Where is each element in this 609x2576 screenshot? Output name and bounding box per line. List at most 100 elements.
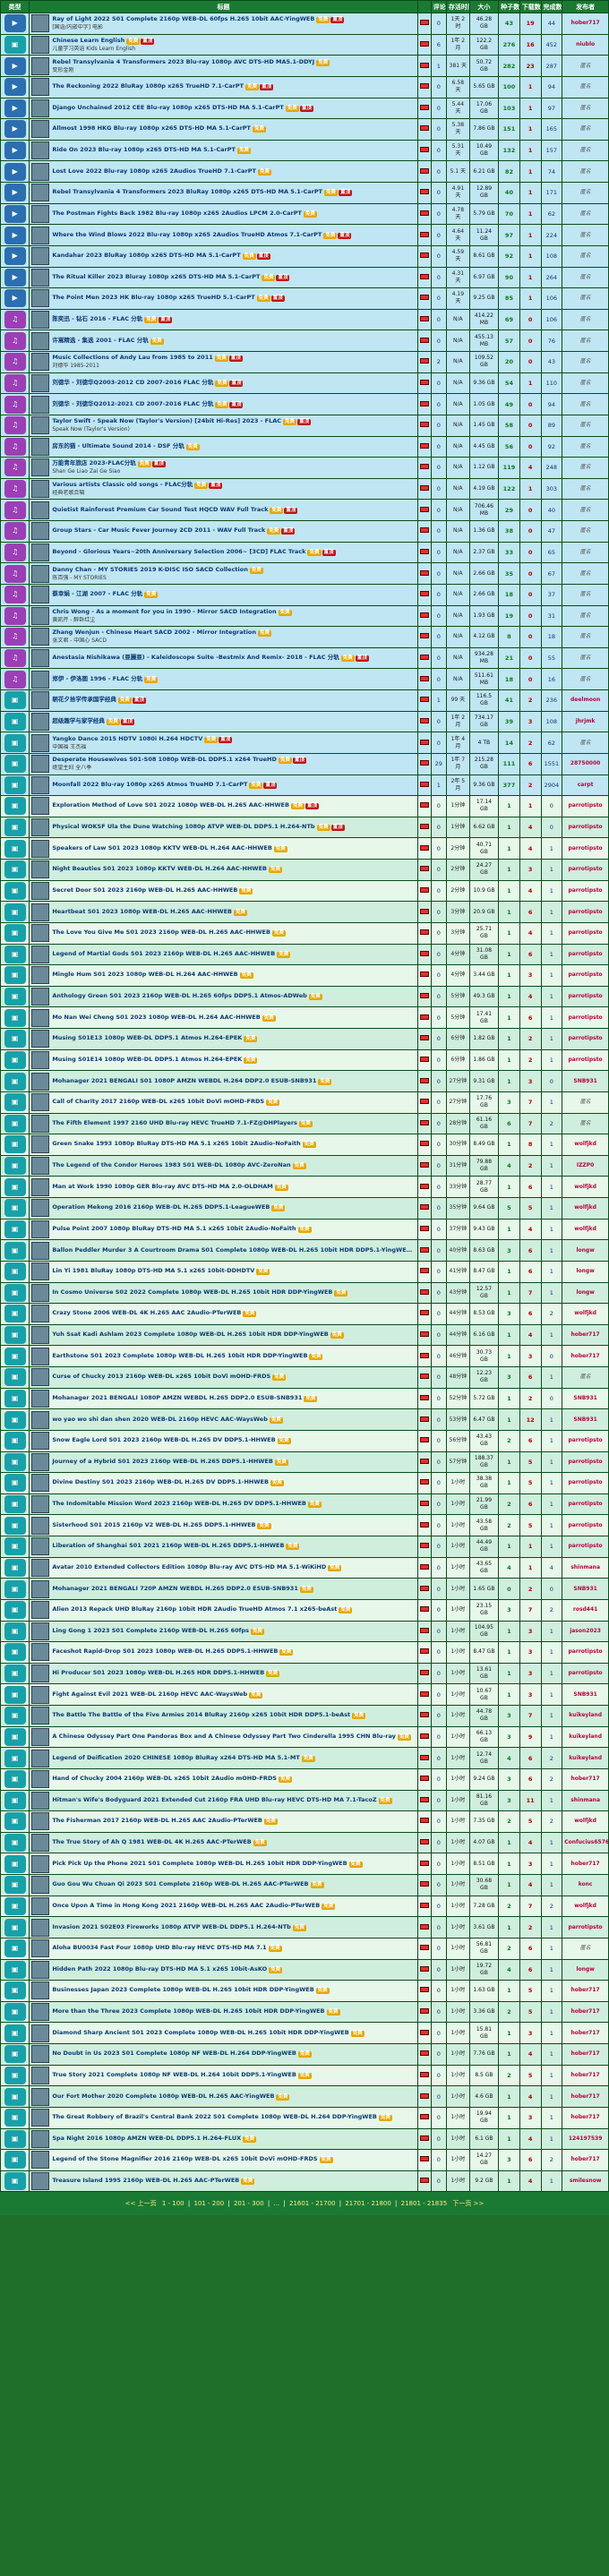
download-icon[interactable] xyxy=(419,1923,429,1930)
poster-thumbnail[interactable] xyxy=(31,1283,50,1302)
uploader-link[interactable]: hober717 xyxy=(562,2022,609,2044)
uploader-link[interactable]: wolfjkd xyxy=(562,1218,609,1241)
leechers-count[interactable]: 6 xyxy=(519,1260,542,1283)
comments-count[interactable]: 0 xyxy=(430,2043,447,2066)
completed-count[interactable]: 108 xyxy=(540,244,563,268)
download-icon[interactable] xyxy=(419,760,429,766)
comments-count[interactable]: 0 xyxy=(430,710,447,733)
comments-count[interactable]: 0 xyxy=(430,2149,447,2171)
torrent-title-link[interactable]: Legend of Martial Gods S01 2023 2160p WE… xyxy=(52,950,415,958)
uploader-link[interactable]: IZZP0 xyxy=(562,1154,609,1177)
torrent-title-link[interactable]: Spa Night 2016 1080p AMZN WEB-DL DDP5.1 … xyxy=(52,2135,415,2143)
torrent-title-link[interactable]: Crazy Stone 2006 WEB-DL 4K H.265 AAC 2Au… xyxy=(52,1309,415,1318)
seeders-count[interactable]: 33 xyxy=(498,541,520,564)
poster-thumbnail[interactable] xyxy=(31,1939,50,1958)
tv-category-icon[interactable]: ▣ xyxy=(4,712,26,731)
category-cell[interactable]: ▣ xyxy=(0,1810,30,1833)
table-row[interactable]: ▶ Ray of Light 2022 S01 Complete 2160p W… xyxy=(0,13,609,35)
category-cell[interactable]: ▣ xyxy=(0,1789,30,1812)
comments-count[interactable]: 0 xyxy=(430,160,447,183)
comments-count[interactable]: 0 xyxy=(430,1874,447,1896)
download-icon[interactable] xyxy=(419,908,429,914)
completed-count[interactable]: 1 xyxy=(540,1620,563,1643)
category-cell[interactable]: ▶ xyxy=(0,139,30,162)
seeders-count[interactable]: 1 xyxy=(498,1281,520,1305)
table-row[interactable]: ♫ 陈奕迅 - 钻石 2016 - FLAC 分轨 免费 置顶 0 N/A 414.… xyxy=(0,308,609,331)
comments-count[interactable]: 0 xyxy=(430,859,447,881)
seeders-count[interactable]: 56 xyxy=(498,435,520,458)
torrent-title-link[interactable]: Ride On 2023 Blu-ray 1080p x265 DTS-HD M… xyxy=(52,146,415,155)
category-cell[interactable]: ♫ xyxy=(0,329,30,352)
uploader-link[interactable]: 匿名 xyxy=(562,668,609,690)
table-row[interactable]: ♫ 蔡幸娟 - 江湖 2007 - FLAC 分轨 免费 0 N/A 2.66 G… xyxy=(0,583,609,606)
uploader-link[interactable]: 匿名 xyxy=(562,732,609,754)
poster-thumbnail[interactable] xyxy=(31,480,50,499)
download-icon[interactable] xyxy=(419,548,429,554)
completed-count[interactable]: 1 xyxy=(540,1536,563,1558)
seeders-count[interactable]: 1 xyxy=(498,921,520,945)
torrent-title-link[interactable]: Operation Mekong 2016 2160p WEB-DL H.265… xyxy=(52,1203,415,1212)
seeders-count[interactable]: 90 xyxy=(498,266,520,289)
download-icon[interactable] xyxy=(419,1183,429,1189)
seeders-count[interactable]: 1 xyxy=(498,943,520,966)
uploader-link[interactable]: hober717 xyxy=(562,1323,609,1347)
leechers-count[interactable]: 6 xyxy=(519,1006,542,1029)
leechers-count[interactable]: 5 xyxy=(519,1810,542,1833)
table-row[interactable]: ▣ Green Snake 1993 1080p BluRay DTS-HD M… xyxy=(0,1134,609,1156)
table-row[interactable]: ▣ Call of Charity 2017 2160p WEB-DL x265… xyxy=(0,1091,609,1114)
col-leechers[interactable]: 下载数 xyxy=(519,0,542,13)
poster-thumbnail[interactable] xyxy=(31,966,50,985)
leechers-count[interactable]: 4 xyxy=(519,1874,542,1896)
uploader-link[interactable]: parrotipsto xyxy=(562,837,609,860)
seeders-count[interactable]: 1 xyxy=(498,1408,520,1431)
uploader-link[interactable]: 匿名 xyxy=(562,583,609,606)
category-cell[interactable]: ▣ xyxy=(0,2000,30,2024)
table-row[interactable]: ▣ The Love You Give Me S01 2023 2160p WE… xyxy=(0,921,609,945)
poster-thumbnail[interactable] xyxy=(31,1834,50,1853)
leechers-count[interactable]: 7 xyxy=(519,1112,542,1135)
leechers-count[interactable]: 8 xyxy=(519,1134,542,1156)
seeders-count[interactable]: 1 xyxy=(498,1451,520,1474)
comments-count[interactable]: 0 xyxy=(430,1620,447,1643)
table-row[interactable]: ▣ Hitman's Wife's Bodyguard 2021 Extende… xyxy=(0,1789,609,1812)
music-category-icon[interactable]: ♫ xyxy=(4,480,26,499)
download-icon[interactable] xyxy=(419,886,429,893)
tv-category-icon[interactable]: ▣ xyxy=(4,966,26,985)
comments-count[interactable]: 0 xyxy=(430,329,447,352)
poster-thumbnail[interactable] xyxy=(31,522,50,541)
poster-thumbnail[interactable] xyxy=(31,120,50,139)
table-row[interactable]: ▣ More than the Three 2023 Complete 1080… xyxy=(0,2000,609,2024)
completed-count[interactable]: 1 xyxy=(540,837,563,860)
category-cell[interactable]: ▣ xyxy=(0,1662,30,1685)
torrent-title-link[interactable]: No Doubt in Us 2023 S01 Complete 1080p N… xyxy=(52,2050,415,2058)
torrent-title-link[interactable]: 陈奕迅 - 钻石 2016 - FLAC 分轨 免费 置顶 xyxy=(52,315,415,324)
table-row[interactable]: ▶ Rebel Transylvania 4 Transformers 2023… xyxy=(0,55,609,77)
completed-count[interactable]: 0 xyxy=(540,1387,563,1410)
download-icon[interactable] xyxy=(419,1543,429,1549)
table-row[interactable]: ▣ Avatar 2010 Extended Collectors Editio… xyxy=(0,1556,609,1579)
torrent-title-link[interactable]: Music Collections of Andy Lau from 1985 … xyxy=(52,354,415,363)
poster-thumbnail[interactable] xyxy=(31,395,50,414)
tv-category-icon[interactable]: ▣ xyxy=(4,1579,26,1598)
completed-count[interactable]: 1 xyxy=(540,1789,563,1812)
leechers-count[interactable]: 5 xyxy=(519,1980,542,2002)
uploader-link[interactable]: kuikeyland xyxy=(562,1747,609,1769)
poster-thumbnail[interactable] xyxy=(31,1537,50,1556)
comments-count[interactable]: 0 xyxy=(430,1725,447,1749)
seeders-count[interactable]: 3 xyxy=(498,1705,520,1727)
uploader-link[interactable]: parrotipsto xyxy=(562,1493,609,1516)
leechers-count[interactable]: 3 xyxy=(519,710,542,733)
category-cell[interactable]: ▣ xyxy=(0,774,30,797)
torrent-title-link[interactable]: Danny Chan - MY STORIES 2019 K-DISC ISO … xyxy=(52,566,415,574)
comments-count[interactable]: 0 xyxy=(430,1937,447,1960)
leechers-count[interactable]: 3 xyxy=(519,1345,542,1367)
seeders-count[interactable]: 2 xyxy=(498,1429,520,1452)
completed-count[interactable]: 1 xyxy=(540,1725,563,1749)
download-icon[interactable] xyxy=(419,1902,429,1908)
table-row[interactable]: ▣ Hand of Chucky 2004 2160p WEB-DL x265 … xyxy=(0,1767,609,1791)
torrent-title-link[interactable]: The Indomitable Mission Word 2023 2160p … xyxy=(52,1500,415,1509)
uploader-link[interactable]: hober717 xyxy=(562,2064,609,2087)
torrent-title-link[interactable]: 万能青年旅店 2023-FLAC分轨 免费 置顶 xyxy=(52,459,415,468)
leechers-count[interactable]: 2 xyxy=(519,1048,542,1072)
poster-thumbnail[interactable] xyxy=(31,1410,50,1429)
